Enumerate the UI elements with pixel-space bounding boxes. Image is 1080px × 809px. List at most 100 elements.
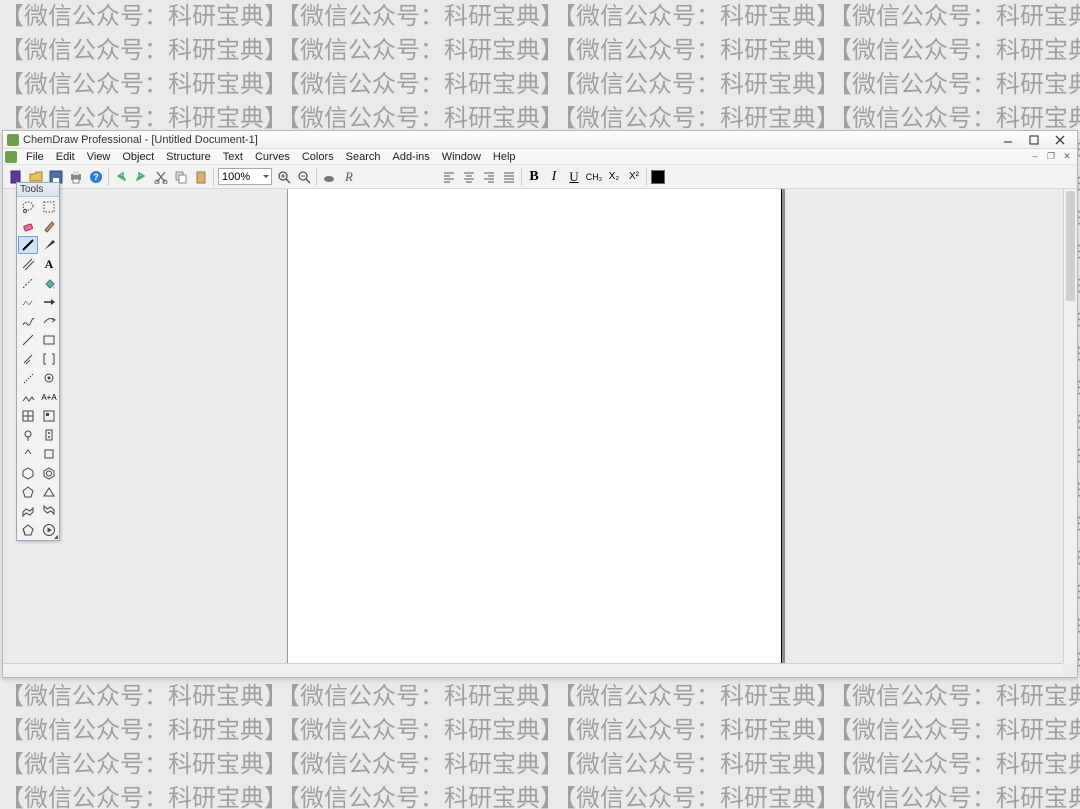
app-icon xyxy=(7,134,19,146)
chain-tool[interactable] xyxy=(18,293,38,311)
atom-label-tool[interactable]: A+A xyxy=(39,388,59,406)
cyclohexane-tool[interactable] xyxy=(18,464,38,482)
wavy-bond-tool[interactable] xyxy=(18,312,38,330)
undo-button[interactable] xyxy=(111,167,131,187)
zoom-value: 100% xyxy=(222,171,250,183)
menu-view[interactable]: View xyxy=(81,151,117,163)
toolbar-separator xyxy=(108,168,109,186)
tools-palette-title[interactable]: Tools xyxy=(17,183,59,197)
mdi-restore-button[interactable]: ❐ xyxy=(1043,149,1059,163)
close-button[interactable] xyxy=(1047,133,1073,147)
color-well[interactable] xyxy=(651,170,665,184)
tools-palette: Tools A A+A xyxy=(16,182,60,541)
eraser-tool[interactable] xyxy=(18,217,38,235)
pen-tool[interactable] xyxy=(39,217,59,235)
dashed-bond-tool[interactable] xyxy=(18,274,38,292)
clean-structure-button[interactable] xyxy=(319,167,339,187)
fill-tool[interactable] xyxy=(39,274,59,292)
subscript-label: X₂ xyxy=(609,171,620,182)
menu-addins[interactable]: Add-ins xyxy=(386,151,435,163)
cyclopropane-tool[interactable] xyxy=(39,483,59,501)
menu-window[interactable]: Window xyxy=(436,151,487,163)
r-group-button[interactable]: R xyxy=(339,167,359,187)
menu-curves[interactable]: Curves xyxy=(249,151,296,163)
scrollbar-thumb[interactable] xyxy=(1066,191,1075,301)
bracket-tool[interactable] xyxy=(39,350,59,368)
hash-bond-tool[interactable] xyxy=(18,369,38,387)
arrow-tool[interactable] xyxy=(39,293,59,311)
lasso-tool[interactable] xyxy=(18,198,38,216)
ring-tool[interactable] xyxy=(39,445,59,463)
benzene-tool[interactable] xyxy=(39,464,59,482)
r-label: R xyxy=(345,169,353,185)
menu-object[interactable]: Object xyxy=(116,151,160,163)
cyclopentane-tool[interactable] xyxy=(18,483,38,501)
menu-search[interactable]: Search xyxy=(340,151,387,163)
chair-1-tool[interactable] xyxy=(18,502,38,520)
menu-edit[interactable]: Edit xyxy=(50,151,81,163)
menubar: File Edit View Object Structure Text Cur… xyxy=(3,149,1077,165)
ring-open-tool[interactable] xyxy=(18,445,38,463)
rectangle-tool[interactable] xyxy=(39,331,59,349)
underline-label: U xyxy=(569,169,578,185)
align-left-button[interactable] xyxy=(439,167,459,187)
copy-button[interactable] xyxy=(171,167,191,187)
svg-text:?: ? xyxy=(93,172,99,182)
align-justify-button[interactable] xyxy=(499,167,519,187)
acyclic-chain-tool[interactable] xyxy=(18,388,38,406)
window-title: ChemDraw Professional - [Untitled Docume… xyxy=(23,134,995,146)
italic-label: I xyxy=(552,169,557,185)
mdi-minimize-button[interactable]: – xyxy=(1027,149,1043,163)
document-icon xyxy=(5,151,17,163)
tlc-tool[interactable] xyxy=(39,426,59,444)
toolbar-separator xyxy=(646,168,647,186)
italic-button[interactable]: I xyxy=(544,167,564,187)
vertical-scrollbar[interactable] xyxy=(1063,189,1077,663)
single-bond-tool[interactable] xyxy=(18,331,38,349)
menu-help[interactable]: Help xyxy=(487,151,522,163)
tools-grid: A A+A xyxy=(17,197,59,540)
mdi-controls: – ❐ ✕ xyxy=(1027,149,1075,163)
zoom-out-button[interactable] xyxy=(294,167,314,187)
menu-text[interactable]: Text xyxy=(217,151,249,163)
multi-bond-tool[interactable] xyxy=(18,255,38,273)
template-tool[interactable] xyxy=(39,407,59,425)
table-tool[interactable] xyxy=(18,407,38,425)
horizontal-scrollbar[interactable] xyxy=(3,663,1063,677)
help-button[interactable]: ? xyxy=(86,167,106,187)
mdi-close-button[interactable]: ✕ xyxy=(1059,149,1075,163)
superscript-button[interactable]: X² xyxy=(624,167,644,187)
solid-bond-tool[interactable] xyxy=(18,236,38,254)
zoom-in-button[interactable] xyxy=(274,167,294,187)
paste-button[interactable] xyxy=(191,167,211,187)
menu-colors[interactable]: Colors xyxy=(296,151,340,163)
underline-button[interactable]: U xyxy=(564,167,584,187)
orbital-tool[interactable] xyxy=(39,369,59,387)
align-right-button[interactable] xyxy=(479,167,499,187)
toolbar-separator xyxy=(521,168,522,186)
reaction-arrow-tool[interactable] xyxy=(39,312,59,330)
menu-structure[interactable]: Structure xyxy=(160,151,217,163)
hash-wedge-tool[interactable] xyxy=(18,350,38,368)
document-page[interactable] xyxy=(287,189,783,677)
menu-file[interactable]: File xyxy=(20,151,50,163)
cut-button[interactable] xyxy=(151,167,171,187)
app-window: ChemDraw Professional - [Untitled Docume… xyxy=(2,130,1078,678)
subscript-button[interactable]: X₂ xyxy=(604,167,624,187)
query-tool[interactable] xyxy=(18,426,38,444)
formula-label: CH₂ xyxy=(586,172,603,182)
zoom-combobox[interactable]: 100% xyxy=(218,168,272,185)
align-center-button[interactable] xyxy=(459,167,479,187)
text-tool[interactable]: A xyxy=(39,255,59,273)
maximize-button[interactable] xyxy=(1021,133,1047,147)
redo-button[interactable] xyxy=(131,167,151,187)
wedge-bond-tool[interactable] xyxy=(39,236,59,254)
print-button[interactable] xyxy=(66,167,86,187)
chair-2-tool[interactable] xyxy=(39,502,59,520)
work-area xyxy=(3,189,1077,677)
bold-button[interactable]: B xyxy=(524,167,544,187)
minimize-button[interactable] xyxy=(995,133,1021,147)
cyclopentadiene-tool[interactable] xyxy=(18,521,38,539)
formula-button[interactable]: CH₂ xyxy=(584,167,604,187)
marquee-tool[interactable] xyxy=(39,198,59,216)
